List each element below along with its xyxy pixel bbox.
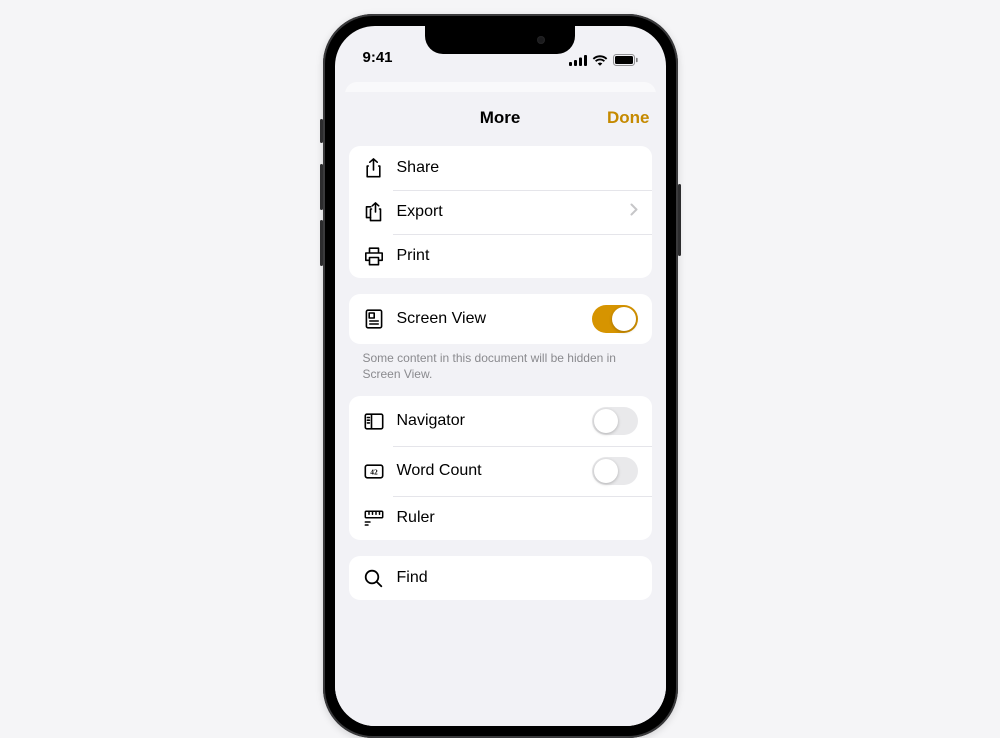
screen-view-icon bbox=[363, 309, 385, 329]
section-actions: Share Export Print bbox=[349, 146, 652, 278]
ruler-icon bbox=[363, 510, 385, 527]
share-row[interactable]: Share bbox=[349, 146, 652, 190]
screen-view-label: Screen View bbox=[397, 310, 592, 328]
print-label: Print bbox=[397, 247, 638, 265]
print-row[interactable]: Print bbox=[349, 234, 652, 278]
word-count-row: 42 Word Count bbox=[349, 446, 652, 496]
word-count-toggle[interactable] bbox=[592, 457, 638, 485]
power-button bbox=[678, 184, 681, 256]
sheet-title: More bbox=[480, 108, 521, 128]
navigator-icon bbox=[363, 413, 385, 430]
word-count-icon: 42 bbox=[363, 464, 385, 479]
section-screen-view: Screen View bbox=[349, 294, 652, 344]
screen-view-footer: Some content in this document will be hi… bbox=[335, 344, 666, 388]
section-view-options: Navigator 42 Word Count Ruler bbox=[349, 396, 652, 540]
battery-icon bbox=[613, 54, 638, 66]
phone-frame: 9:41 More Done Share bbox=[323, 14, 678, 738]
export-row[interactable]: Export bbox=[349, 190, 652, 234]
ruler-row[interactable]: Ruler bbox=[349, 496, 652, 540]
volume-down-button bbox=[320, 220, 323, 266]
notch bbox=[425, 26, 575, 54]
find-label: Find bbox=[397, 569, 638, 587]
ruler-label: Ruler bbox=[397, 509, 638, 527]
done-button[interactable]: Done bbox=[607, 108, 650, 128]
screen: 9:41 More Done Share bbox=[335, 26, 666, 726]
more-sheet: More Done Share Export bbox=[335, 92, 666, 726]
section-find: Find bbox=[349, 556, 652, 600]
wifi-icon bbox=[592, 55, 608, 66]
search-icon bbox=[363, 569, 385, 588]
share-label: Share bbox=[397, 159, 638, 177]
navigator-row: Navigator bbox=[349, 396, 652, 446]
chevron-right-icon bbox=[630, 203, 638, 221]
export-icon bbox=[363, 202, 385, 222]
find-row[interactable]: Find bbox=[349, 556, 652, 600]
status-indicators bbox=[569, 54, 638, 66]
word-count-label: Word Count bbox=[397, 462, 592, 480]
status-time: 9:41 bbox=[363, 49, 393, 66]
mute-switch bbox=[320, 119, 323, 143]
svg-text:42: 42 bbox=[370, 467, 378, 476]
screen-view-row: Screen View bbox=[349, 294, 652, 344]
navigator-toggle[interactable] bbox=[592, 407, 638, 435]
screen-view-toggle[interactable] bbox=[592, 305, 638, 333]
navigator-label: Navigator bbox=[397, 412, 592, 430]
volume-up-button bbox=[320, 164, 323, 210]
share-icon bbox=[363, 158, 385, 178]
cellular-icon bbox=[569, 55, 587, 66]
print-icon bbox=[363, 247, 385, 266]
sheet-header: More Done bbox=[335, 96, 666, 140]
export-label: Export bbox=[397, 203, 630, 221]
